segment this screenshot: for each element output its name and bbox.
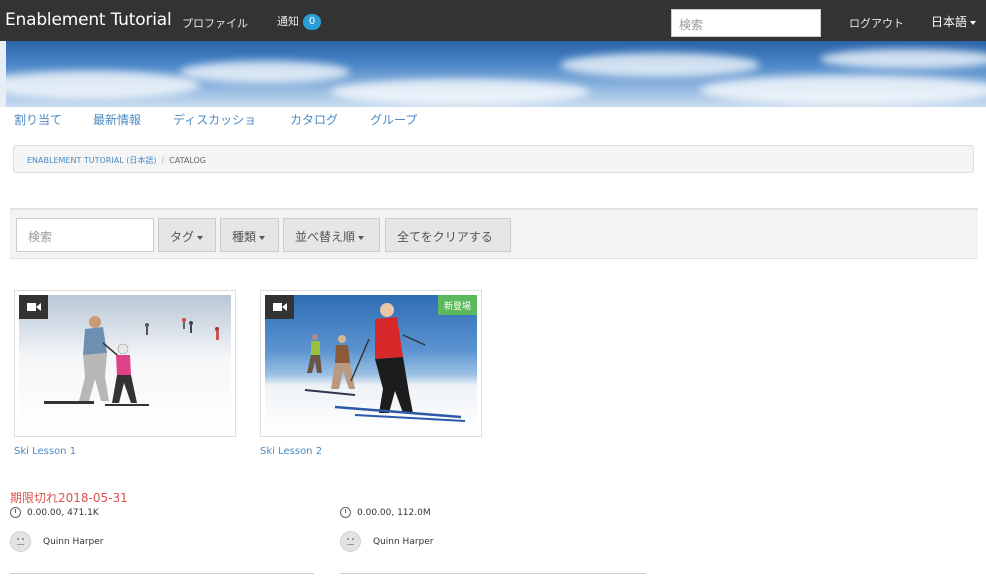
card-duration: 0.00.00, 112.0M xyxy=(357,508,431,518)
clock-icon xyxy=(340,507,351,518)
catalog-card[interactable]: 新登場 xyxy=(260,290,482,437)
language-label: 日本語 xyxy=(931,15,968,29)
tab-discussions[interactable]: ディスカッショ xyxy=(173,111,256,128)
card-meta: 0.00.00, 112.0M xyxy=(340,507,431,518)
header-search-input[interactable]: 検索 xyxy=(671,9,821,37)
sort-filter-button[interactable]: 並べ替え順 xyxy=(283,218,380,252)
expired-label: 期限切れ2018-05-31 xyxy=(10,491,128,505)
chevron-down-icon xyxy=(358,235,365,240)
new-badge: 新登場 xyxy=(437,295,477,315)
avatar xyxy=(340,531,361,552)
tab-catalog[interactable]: カタログ xyxy=(290,111,338,128)
breadcrumb-parent[interactable]: ENABLEMENT TUTORIAL (日本語) xyxy=(27,156,156,165)
avatar xyxy=(10,531,31,552)
sort-filter-label: 並べ替え順 xyxy=(295,230,356,244)
notifications-label: 通知 xyxy=(277,15,299,28)
breadcrumb: ENABLEMENT TUTORIAL (日本語) / CATALOG xyxy=(13,145,974,173)
card-duration: 0.00.00, 471.1K xyxy=(27,508,99,518)
notifications-link[interactable]: 通知 0 xyxy=(277,13,321,30)
chevron-down-icon xyxy=(259,235,266,240)
tab-assignments[interactable]: 割り当て xyxy=(14,111,62,128)
clear-all-button[interactable]: 全てをクリアする xyxy=(385,218,511,252)
card-author: Quinn Harper xyxy=(340,531,434,552)
chevron-down-icon xyxy=(970,20,977,25)
author-name[interactable]: Quinn Harper xyxy=(43,537,104,547)
notifications-badge: 0 xyxy=(303,14,321,30)
card-title[interactable]: Ski Lesson 1 xyxy=(14,446,76,457)
breadcrumb-current: CATALOG xyxy=(169,156,206,165)
type-filter-label: 種類 xyxy=(232,230,257,244)
hero-banner xyxy=(0,41,986,107)
catalog-search-input[interactable]: 検索 xyxy=(16,218,154,252)
language-dropdown[interactable]: 日本語 xyxy=(931,13,977,30)
card-divider xyxy=(340,573,646,574)
profile-link[interactable]: プロファイル xyxy=(182,15,248,31)
card-author: Quinn Harper xyxy=(10,531,104,552)
catalog-card[interactable] xyxy=(14,290,236,437)
card-thumbnail[interactable] xyxy=(19,295,231,432)
card-divider xyxy=(10,573,314,574)
filter-bar: 検索 タグ 種類 並べ替え順 全てをクリアする xyxy=(10,208,978,259)
brand-title[interactable]: Enablement Tutorial xyxy=(5,10,172,30)
video-camera-icon xyxy=(19,295,48,319)
breadcrumb-separator: / xyxy=(161,156,165,165)
ski-lesson-image xyxy=(44,316,219,406)
card-meta: 0.00.00, 471.1K xyxy=(10,507,99,518)
tab-whats-new[interactable]: 最新情報 xyxy=(93,111,141,128)
video-camera-icon xyxy=(265,295,294,319)
tag-filter-button[interactable]: タグ xyxy=(158,218,216,252)
logout-link[interactable]: ログアウト xyxy=(849,15,904,31)
card-title[interactable]: Ski Lesson 2 xyxy=(260,446,322,457)
clock-icon xyxy=(10,507,21,518)
tag-filter-label: タグ xyxy=(170,230,195,244)
type-filter-button[interactable]: 種類 xyxy=(220,218,279,252)
author-name[interactable]: Quinn Harper xyxy=(373,537,434,547)
tab-groups[interactable]: グループ xyxy=(370,111,417,128)
ski-lesson-image xyxy=(304,303,466,422)
card-thumbnail[interactable]: 新登場 xyxy=(265,295,477,432)
top-navbar: Enablement Tutorial プロファイル 通知 0 検索 ログアウト … xyxy=(0,0,986,41)
chevron-down-icon xyxy=(197,235,204,240)
